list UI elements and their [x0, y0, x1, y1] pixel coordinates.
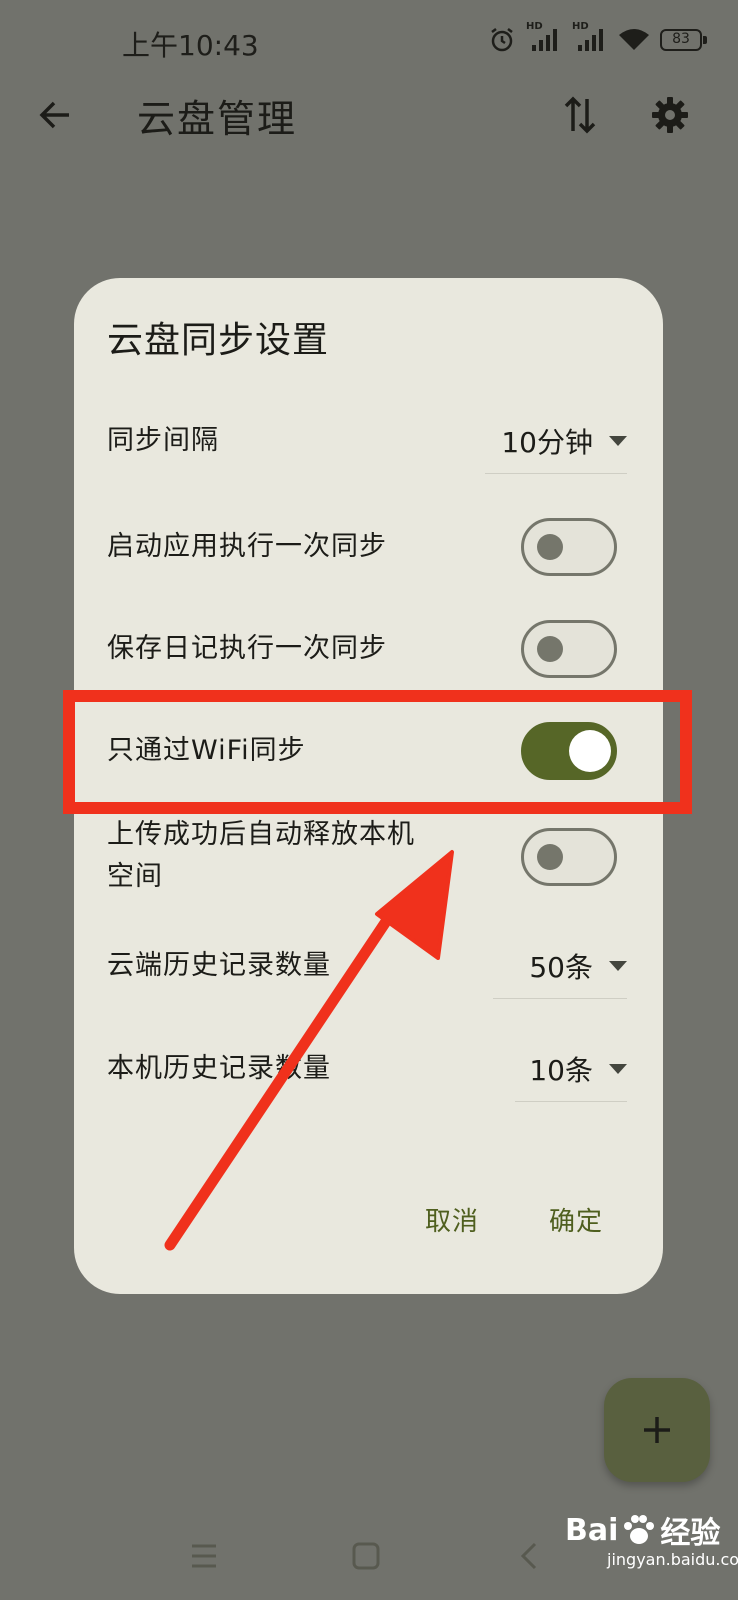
- free-space-switch[interactable]: [521, 828, 617, 886]
- plus-icon: [644, 1417, 670, 1443]
- watermark-brand: Bai 经验: [565, 1508, 720, 1552]
- status-icons: HD HD 83: [488, 21, 707, 54]
- free-space-row: 上传成功后自动释放本机 空间: [107, 816, 627, 900]
- signal-hd-icon: HD: [526, 21, 562, 53]
- back-nav-button[interactable]: [507, 1534, 551, 1578]
- home-square-icon: [352, 1542, 380, 1570]
- menu-nav-button[interactable]: [182, 1534, 226, 1578]
- sync-on-save-row: 保存日记执行一次同步: [107, 620, 627, 680]
- add-fab-button[interactable]: [604, 1378, 710, 1482]
- paw-icon: [624, 1515, 655, 1544]
- switch-thumb: [537, 636, 563, 662]
- sort-icon: [564, 96, 596, 134]
- baidu-watermark: Bai 经验 jingyan.baidu.com: [565, 1508, 738, 1572]
- watermark-brand-text: Bai: [565, 1512, 619, 1548]
- dialog-actions: 取消 确定: [375, 1201, 663, 1238]
- home-nav-button[interactable]: [344, 1534, 388, 1578]
- cloud-history-row: 云端历史记录数量 50条: [107, 943, 627, 1003]
- status-bar: 上午10:43 HD HD 83: [0, 0, 738, 80]
- battery-icon: 83: [660, 29, 707, 51]
- sync-on-launch-switch[interactable]: [521, 518, 617, 576]
- dropdown-arrow-icon: [609, 1063, 627, 1074]
- cancel-button[interactable]: 取消: [405, 1201, 499, 1238]
- signal-hd-icon: HD: [572, 21, 608, 53]
- back-arrow-icon: [39, 101, 69, 129]
- back-button[interactable]: [30, 90, 80, 140]
- watermark-product-text: 经验: [660, 1516, 721, 1551]
- hd-label: HD: [526, 21, 543, 32]
- cloud-history-value: 50条: [529, 950, 593, 984]
- sync-on-save-switch[interactable]: [521, 620, 617, 678]
- status-time: 上午10:43: [122, 29, 259, 62]
- local-history-row: 本机历史记录数量 10条: [107, 1046, 627, 1106]
- gear-icon: [652, 97, 688, 133]
- page-title: 云盘管理: [137, 97, 298, 141]
- sync-interval-value: 10分钟: [501, 425, 593, 459]
- switch-thumb: [537, 844, 563, 870]
- sync-interval-dropdown[interactable]: 10分钟: [485, 418, 627, 474]
- wifi-icon: [618, 28, 650, 52]
- sync-interval-row: 同步间隔 10分钟: [107, 418, 627, 478]
- alarm-icon: [488, 26, 516, 54]
- cloud-history-dropdown[interactable]: 50条: [493, 943, 627, 999]
- dialog-title: 云盘同步设置: [107, 320, 330, 361]
- menu-icon: [192, 1544, 216, 1568]
- switch-thumb: [537, 534, 563, 560]
- top-app-bar: 云盘管理: [0, 80, 738, 150]
- back-chevron-icon: [520, 1542, 537, 1570]
- sync-on-launch-row: 启动应用执行一次同步: [107, 518, 627, 578]
- confirm-button[interactable]: 确定: [529, 1201, 623, 1238]
- local-history-dropdown[interactable]: 10条: [515, 1046, 627, 1102]
- settings-button[interactable]: [645, 90, 695, 140]
- dropdown-arrow-icon: [609, 435, 627, 446]
- highlight-box: [63, 690, 692, 814]
- sort-button[interactable]: [555, 90, 605, 140]
- watermark-url: jingyan.baidu.com: [607, 1550, 738, 1569]
- dropdown-arrow-icon: [609, 960, 627, 971]
- local-history-value: 10条: [529, 1053, 593, 1087]
- hd-label: HD: [572, 21, 589, 32]
